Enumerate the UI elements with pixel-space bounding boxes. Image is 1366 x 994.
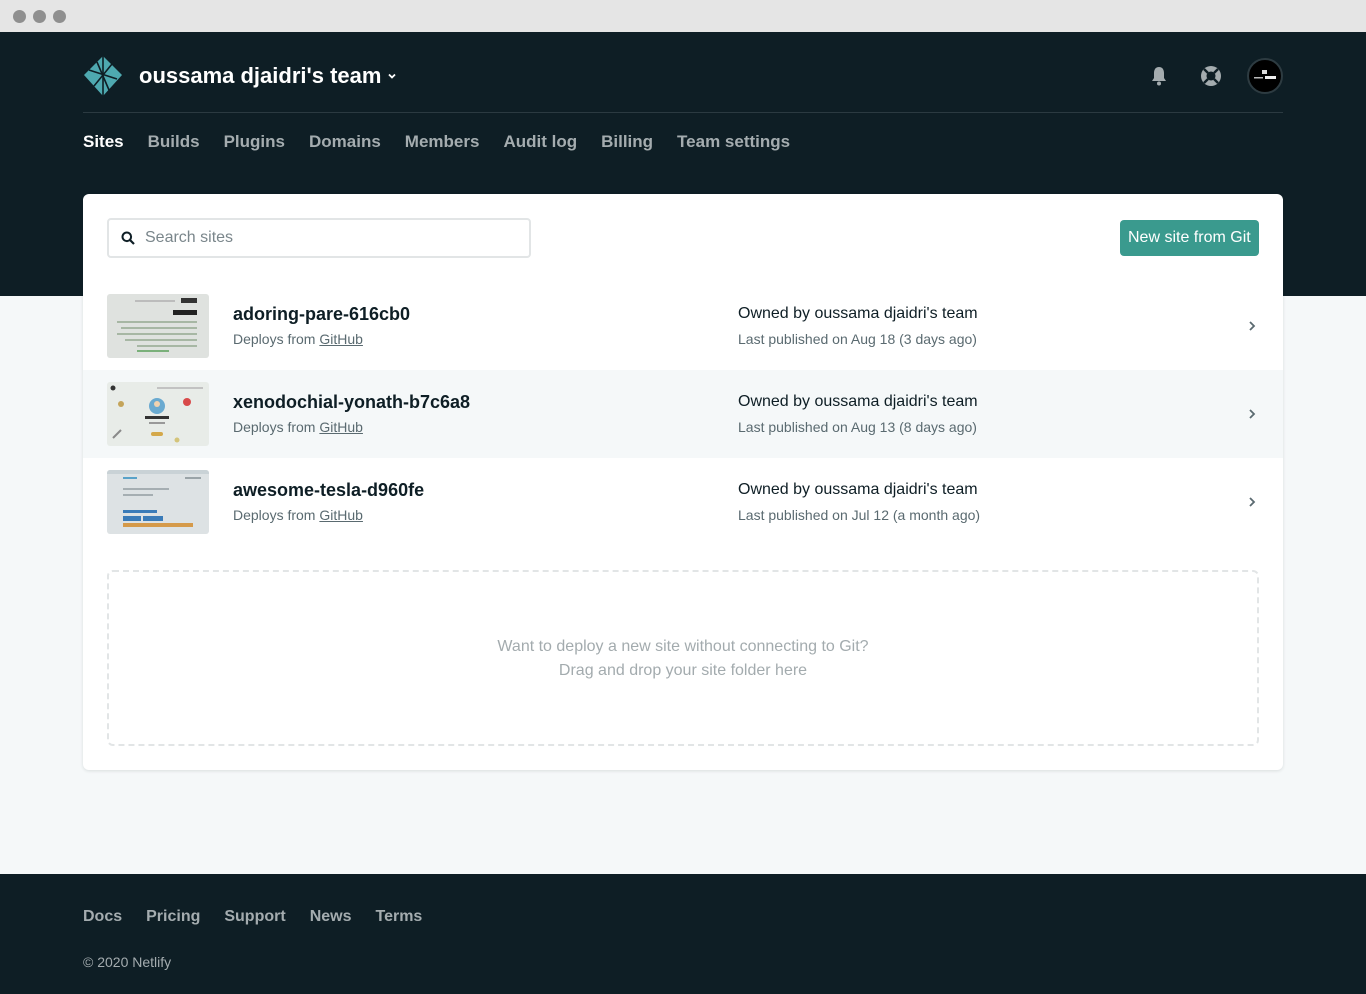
- site-owner: Owned by oussama djaidri's team: [738, 481, 978, 498]
- github-link[interactable]: GitHub: [319, 507, 363, 523]
- site-owner: Owned by oussama djaidri's team: [738, 305, 978, 322]
- site-name[interactable]: awesome-tesla-d960fe: [233, 480, 424, 501]
- deploys-from-label: Deploys from: [233, 507, 316, 523]
- site-name[interactable]: adoring-pare-616cb0: [233, 304, 410, 325]
- netlify-logo-icon[interactable]: [83, 55, 123, 97]
- user-avatar[interactable]: [1247, 58, 1283, 94]
- tab-plugins[interactable]: Plugins: [224, 132, 285, 152]
- deploys-from-label: Deploys from: [233, 419, 316, 435]
- lifebuoy-icon[interactable]: [1199, 64, 1223, 88]
- footer-link-pricing[interactable]: Pricing: [146, 908, 200, 926]
- site-thumbnail: [107, 382, 209, 446]
- dropzone-line-1: Want to deploy a new site without connec…: [497, 638, 869, 655]
- github-link[interactable]: GitHub: [319, 419, 363, 435]
- footer: Docs Pricing Support News Terms © 2020 N…: [0, 874, 1366, 994]
- site-row[interactable]: adoring-pare-616cb0 Deploys from GitHub …: [83, 282, 1283, 370]
- tab-audit-log[interactable]: Audit log: [503, 132, 577, 152]
- window-zoom-dot[interactable]: [53, 10, 66, 23]
- site-last-published: Last published on Aug 18 (3 days ago): [738, 331, 977, 347]
- site-last-published: Last published on Jul 12 (a month ago): [738, 507, 981, 523]
- search-box: [107, 218, 531, 258]
- site-owner: Owned by oussama djaidri's team: [738, 393, 978, 410]
- search-input[interactable]: [145, 229, 525, 247]
- header-divider: [83, 112, 1283, 113]
- chevron-right-icon: [1249, 409, 1256, 419]
- footer-link-news[interactable]: News: [310, 908, 352, 926]
- site-row[interactable]: awesome-tesla-d960fe Deploys from GitHub…: [83, 458, 1283, 546]
- copyright: © 2020 Netlify: [83, 954, 172, 970]
- bell-icon[interactable]: [1147, 64, 1171, 88]
- chevron-down-icon: [388, 73, 397, 79]
- site-thumbnail: [107, 294, 209, 358]
- search-icon: [121, 231, 135, 245]
- window-close-dot[interactable]: [13, 10, 26, 23]
- site-thumbnail: [107, 470, 209, 534]
- tab-team-settings[interactable]: Team settings: [677, 132, 790, 152]
- avatar-image: [1254, 70, 1276, 79]
- site-name[interactable]: xenodochial-yonath-b7c6a8: [233, 392, 470, 413]
- chevron-right-icon: [1249, 321, 1256, 331]
- footer-link-support[interactable]: Support: [224, 908, 285, 926]
- browser-chrome: [0, 0, 1366, 32]
- chevron-right-icon: [1249, 497, 1256, 507]
- team-name: oussama djaidri's team: [139, 63, 382, 88]
- tab-billing[interactable]: Billing: [601, 132, 653, 152]
- site-row[interactable]: xenodochial-yonath-b7c6a8 Deploys from G…: [83, 370, 1283, 458]
- drag-drop-zone[interactable]: Want to deploy a new site without connec…: [107, 570, 1259, 746]
- dropzone-line-2: Drag and drop your site folder here: [558, 662, 808, 679]
- tab-sites[interactable]: Sites: [83, 132, 124, 152]
- footer-nav: Docs Pricing Support News Terms: [83, 908, 422, 926]
- window-minimize-dot[interactable]: [33, 10, 46, 23]
- team-switcher[interactable]: oussama djaidri's team: [139, 63, 397, 89]
- team-nav: Sites Builds Plugins Domains Members Aud…: [83, 132, 790, 152]
- github-link[interactable]: GitHub: [319, 331, 363, 347]
- new-site-from-git-button[interactable]: New site from Git: [1120, 220, 1259, 256]
- tab-builds[interactable]: Builds: [148, 132, 200, 152]
- site-deploy-source: Deploys from GitHub: [233, 507, 363, 523]
- deploys-from-label: Deploys from: [233, 331, 316, 347]
- sites-card: New site from Git adoring-pare-616cb0 De…: [83, 194, 1283, 770]
- tab-domains[interactable]: Domains: [309, 132, 381, 152]
- site-deploy-source: Deploys from GitHub: [233, 419, 363, 435]
- footer-link-terms[interactable]: Terms: [375, 908, 422, 926]
- footer-link-docs[interactable]: Docs: [83, 908, 122, 926]
- site-deploy-source: Deploys from GitHub: [233, 331, 363, 347]
- site-last-published: Last published on Aug 13 (8 days ago): [738, 419, 977, 435]
- tab-members[interactable]: Members: [405, 132, 480, 152]
